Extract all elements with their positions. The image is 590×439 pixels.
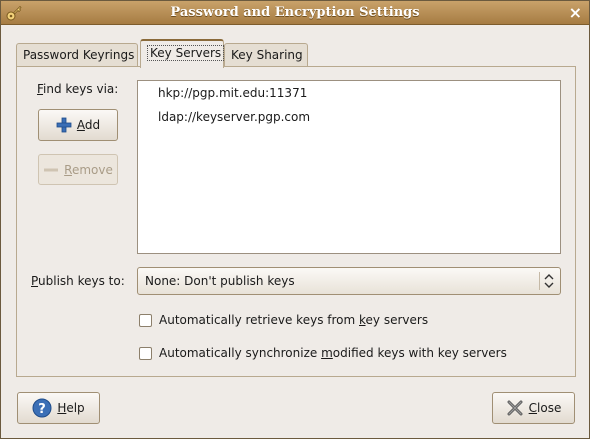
plus-icon — [56, 117, 72, 133]
close-button[interactable]: Close — [492, 392, 575, 424]
auto-sync-checkbox[interactable] — [139, 346, 152, 360]
tab-label: Key Servers — [147, 45, 225, 61]
window-close-icon[interactable]: × — [569, 3, 582, 22]
auto-retrieve-label: Automatically retrieve keys from key ser… — [159, 313, 429, 327]
tab-key-sharing[interactable]: Key Sharing — [224, 43, 308, 67]
publish-keys-select[interactable]: None: Don't publish keys — [137, 267, 561, 295]
help-icon: ? — [32, 398, 52, 418]
tab-key-servers[interactable]: Key Servers — [140, 39, 225, 68]
auto-sync-option[interactable]: Automatically synchronize modified keys … — [139, 346, 507, 360]
tab-password-keyrings[interactable]: Password Keyrings — [16, 43, 138, 67]
tab-label: Password Keyrings — [23, 48, 135, 62]
auto-retrieve-option[interactable]: Automatically retrieve keys from key ser… — [139, 313, 428, 327]
publish-selected-value: None: Don't publish keys — [145, 274, 295, 288]
title-bar[interactable]: Password and Encryption Settings × — [1, 1, 589, 25]
list-item[interactable]: ldap://keyserver.pgp.com — [158, 110, 310, 124]
help-button-label: Help — [57, 401, 85, 415]
key-servers-panel: Find keys via: Add Remove hkp://pgp.mit.… — [16, 66, 576, 377]
add-server-button[interactable]: Add — [38, 109, 118, 141]
auto-sync-label: Automatically synchronize modified keys … — [159, 346, 507, 360]
list-item[interactable]: hkp://pgp.mit.edu:11371 — [158, 86, 307, 100]
remove-button-label: Remove — [64, 162, 113, 177]
close-button-label: Close — [528, 401, 562, 415]
minus-icon — [44, 168, 59, 171]
svg-text:?: ? — [39, 402, 47, 417]
settings-window: Password and Encryption Settings × Passw… — [0, 0, 590, 439]
find-keys-label: Find keys via: — [37, 82, 119, 96]
tab-label: Key Sharing — [231, 48, 303, 62]
key-server-list[interactable]: hkp://pgp.mit.edu:11371 ldap://keyserver… — [137, 80, 561, 254]
close-icon — [507, 400, 523, 416]
help-button[interactable]: ? Help — [17, 392, 100, 424]
auto-retrieve-checkbox[interactable] — [139, 313, 152, 327]
add-button-label: Add — [76, 118, 101, 132]
remove-server-button[interactable]: Remove — [38, 154, 118, 185]
select-separator — [539, 272, 540, 290]
window-title: Password and Encryption Settings — [170, 5, 420, 20]
updown-arrow-icon — [544, 274, 554, 288]
publish-keys-label: Publish keys to: — [31, 274, 125, 288]
